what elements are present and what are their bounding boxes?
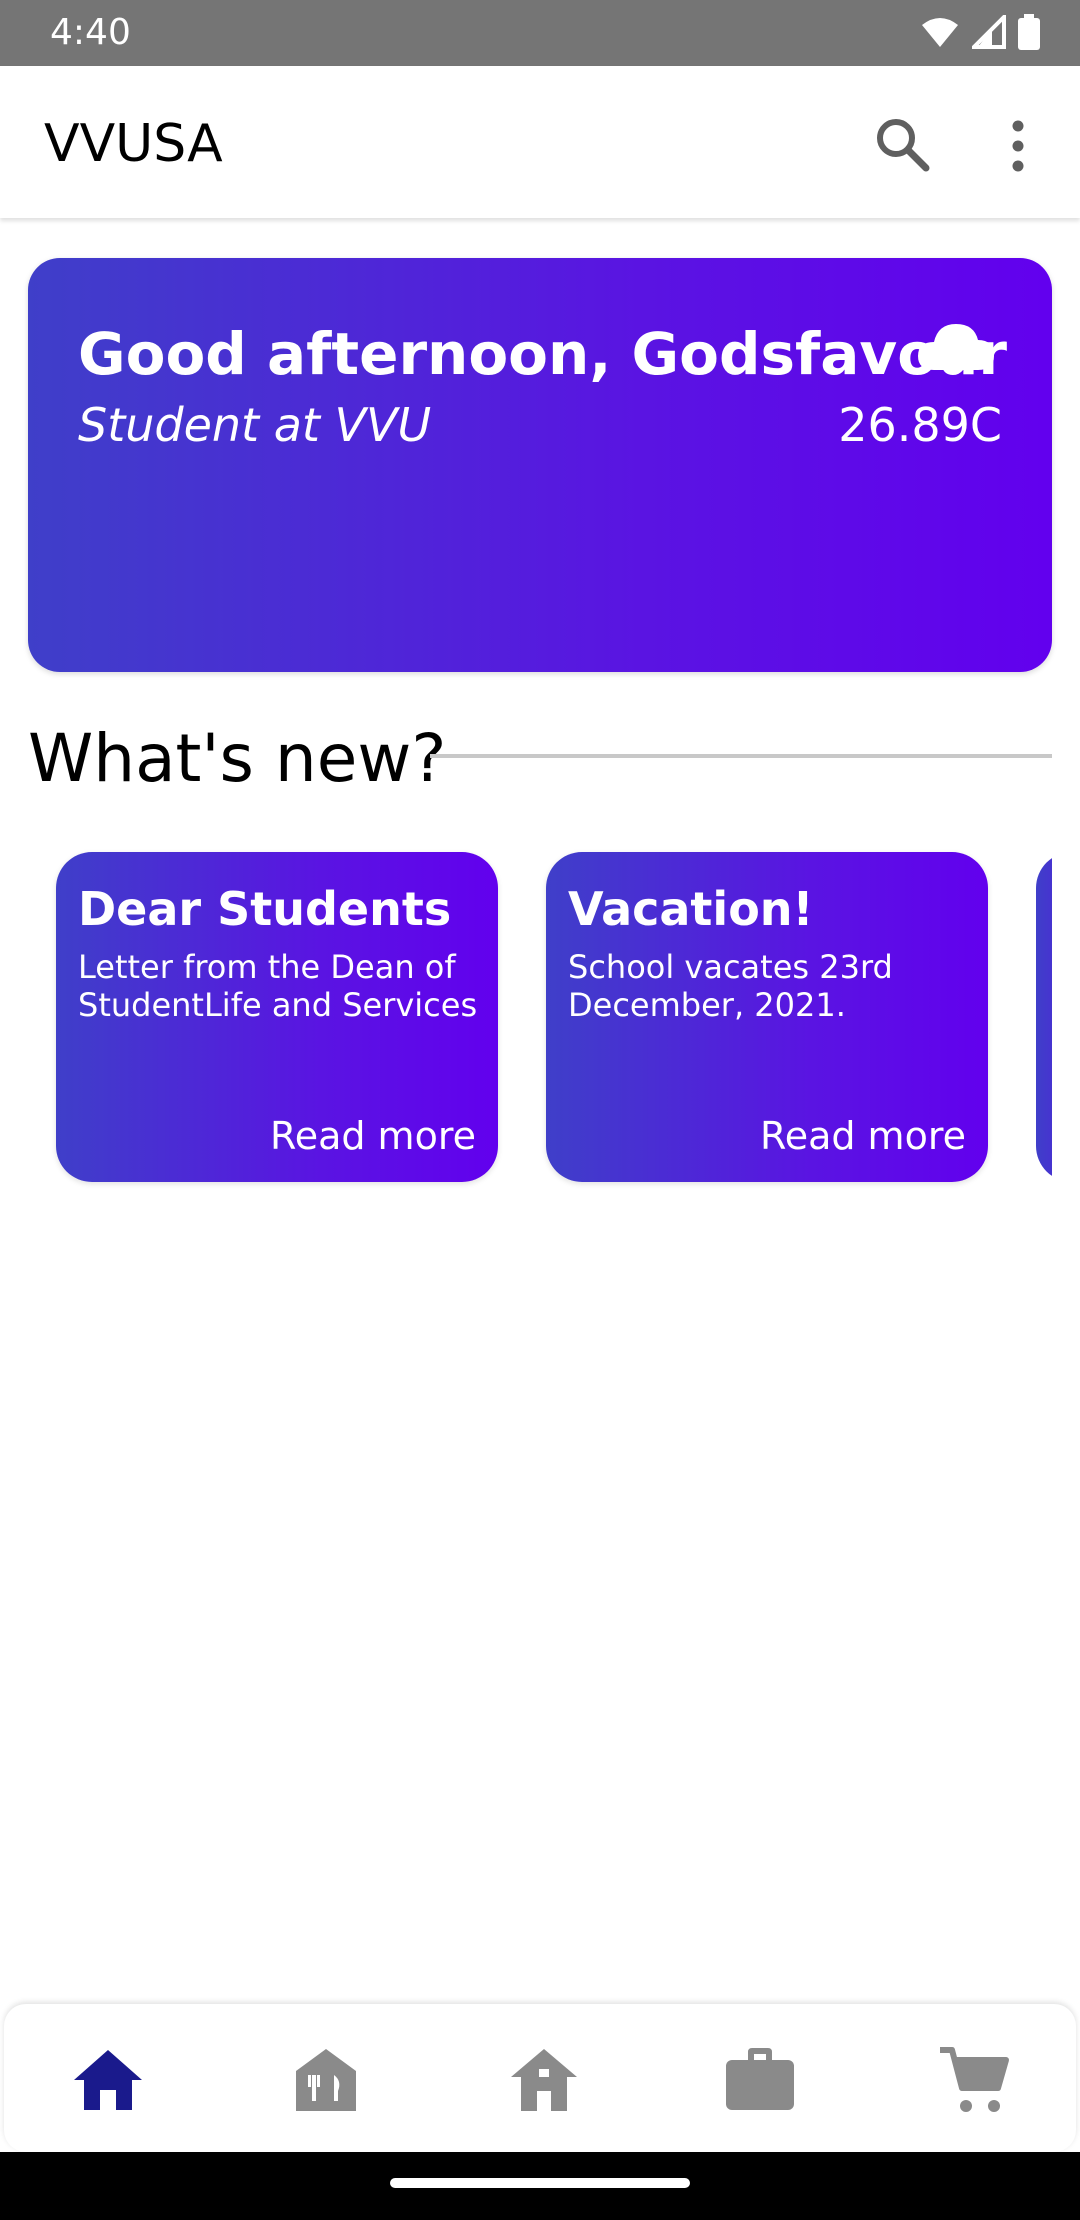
dining-icon: [296, 2049, 356, 2111]
housing-icon: [511, 2049, 577, 2111]
home-gesture-handle[interactable]: [390, 2178, 690, 2188]
news-card-title: Dear Students: [78, 882, 452, 936]
news-card[interactable]: Dear Students Letter from the Dean of St…: [56, 852, 498, 1182]
wifi-icon: [922, 18, 958, 47]
nav-dining[interactable]: [286, 2040, 366, 2120]
bottom-navigation: [4, 2004, 1076, 2152]
section-divider: [430, 754, 1052, 758]
app-bar: VVUSA: [0, 66, 1080, 218]
home-icon: [74, 2050, 142, 2110]
temperature-text: 26.89C: [838, 398, 1002, 452]
nav-housing[interactable]: [504, 2040, 584, 2120]
news-card[interactable]: Vacation! School vacates 23rd December, …: [546, 852, 988, 1182]
greeting-text: Good afternoon, Godsfavour: [78, 320, 1007, 388]
section-title-whats-new: What's new?: [28, 720, 447, 797]
status-time: 4:40: [50, 12, 131, 53]
nav-home[interactable]: [68, 2040, 148, 2120]
status-bar: 4:40: [0, 0, 1080, 66]
news-card-title: Vacation!: [568, 882, 814, 936]
cloud-icon: [918, 324, 994, 370]
news-card-body: School vacates 23rd December, 2021.: [568, 948, 893, 1024]
read-more-link[interactable]: Read more: [270, 1114, 476, 1158]
carousel-edge: [1052, 840, 1080, 1200]
briefcase-icon: [726, 2048, 794, 2110]
greeting-card: Good afternoon, Godsfavour Student at VV…: [28, 258, 1052, 672]
role-text: Student at VVU: [78, 398, 432, 452]
more-options-icon[interactable]: [1000, 118, 1036, 174]
nav-cart[interactable]: [934, 2040, 1014, 2120]
news-card-body: Letter from the Dean of StudentLife and …: [78, 948, 478, 1024]
signal-icon: [972, 15, 1006, 49]
read-more-link[interactable]: Read more: [760, 1114, 966, 1158]
system-nav-bar: [0, 2152, 1080, 2220]
app-title: VVUSA: [44, 114, 223, 174]
status-icons: [920, 14, 1040, 50]
nav-work[interactable]: [720, 2040, 800, 2120]
battery-icon: [1018, 14, 1040, 50]
search-icon[interactable]: [872, 114, 930, 172]
cart-icon: [940, 2047, 1009, 2112]
